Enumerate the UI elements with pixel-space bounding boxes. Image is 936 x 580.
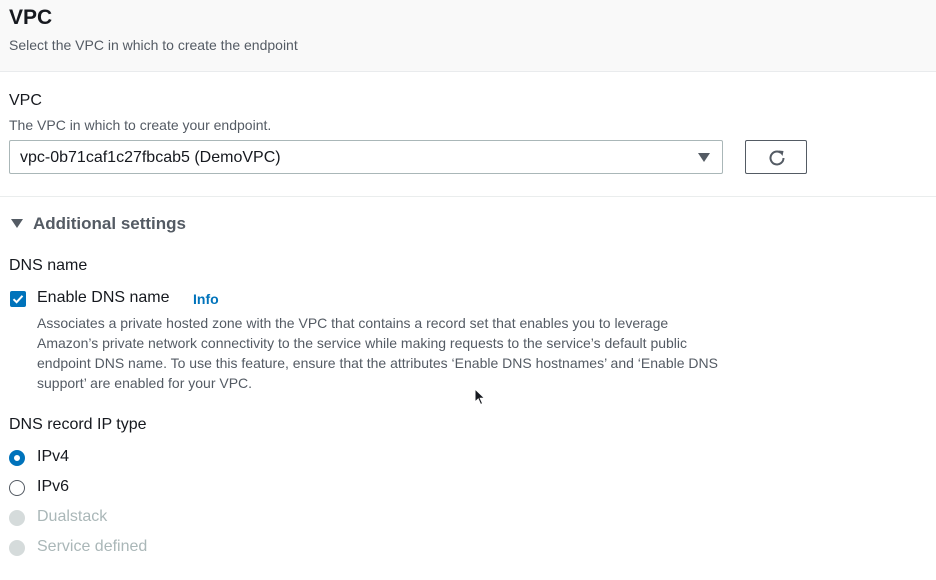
refresh-button[interactable] — [745, 140, 807, 174]
vpc-field-label: VPC — [9, 92, 42, 109]
caret-down-icon — [11, 219, 23, 228]
vpc-field-description: The VPC in which to create your endpoint… — [9, 117, 272, 133]
radio-ipv4[interactable] — [9, 450, 25, 466]
vpc-section-header: VPC Select the VPC in which to create th… — [0, 0, 936, 72]
dns-record-ip-type-label: DNS record IP type — [9, 416, 147, 433]
enable-dns-name-checkbox[interactable] — [10, 291, 26, 307]
radio-ipv6[interactable] — [9, 480, 25, 496]
dns-name-label: DNS name — [9, 257, 88, 274]
radio-dualstack-label: Dualstack — [37, 508, 108, 525]
enable-dns-name-label[interactable]: Enable DNS name — [37, 289, 170, 307]
checkmark-icon — [12, 295, 24, 304]
mouse-cursor-icon — [474, 388, 486, 406]
radio-ipv6-label[interactable]: IPv6 — [37, 478, 69, 496]
radio-ipv4-label[interactable]: IPv4 — [37, 448, 69, 466]
radio-service-defined-label: Service defined — [37, 538, 148, 555]
section-title: VPC — [9, 6, 53, 29]
additional-settings-label: Additional settings — [33, 214, 186, 233]
enable-dns-name-description: Associates a private hosted zone with th… — [37, 315, 718, 391]
radio-service-defined — [9, 540, 25, 556]
info-link[interactable]: Info — [193, 291, 219, 307]
caret-down-icon — [698, 153, 710, 162]
vpc-select[interactable]: vpc-0b71caf1c27fbcab5 (DemoVPC) — [9, 140, 723, 174]
refresh-icon — [769, 150, 785, 166]
section-divider — [0, 196, 936, 197]
vpc-select-value: vpc-0b71caf1c27fbcab5 (DemoVPC) — [20, 149, 281, 166]
section-description: Select the VPC in which to create the en… — [9, 37, 298, 53]
radio-dualstack — [9, 510, 25, 526]
